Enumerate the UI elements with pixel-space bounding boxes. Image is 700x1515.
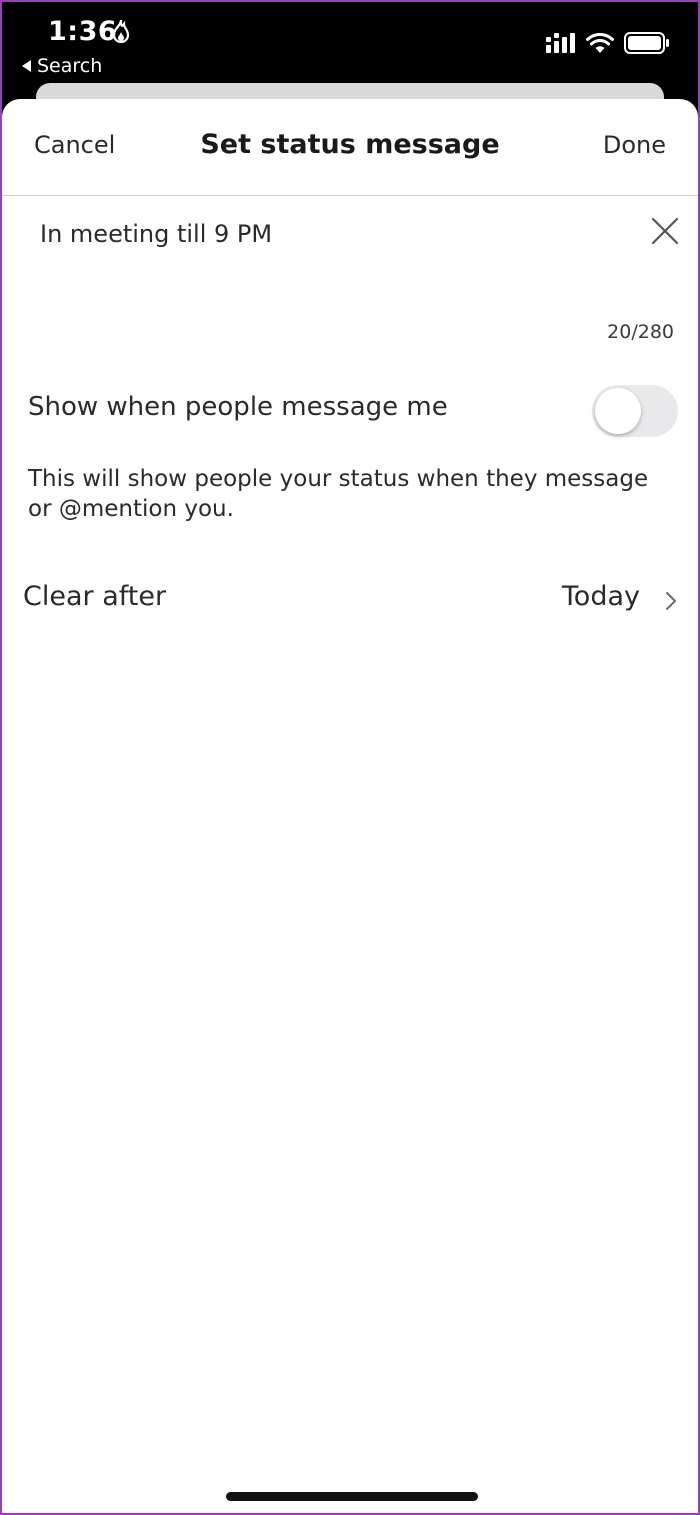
back-to-search-link[interactable]: Search [22,55,102,77]
cellular-signal-icon [546,33,575,53]
show-when-messaged-toggle[interactable] [592,385,678,437]
wifi-icon [586,32,614,53]
back-arrow-icon [22,60,31,72]
page-title: Set status message [200,129,500,160]
chevron-right-icon [666,592,676,610]
show-when-messaged-description: This will show people your status when t… [28,466,649,522]
status-message-input[interactable]: In meeting till 9 PM [40,220,272,248]
flame-icon [112,19,130,44]
toggle-knob [595,388,641,434]
navigation-bar: Cancel Set status message Done [2,99,698,196]
clear-after-row[interactable]: Clear after Today [2,577,698,625]
done-button[interactable]: Done [603,131,666,159]
status-message-sheet: Cancel Set status message Done In meetin… [2,99,698,1513]
show-when-messaged-label: Show when people message me [28,392,448,422]
status-time: 1:36 [48,16,118,47]
clear-after-label: Clear after [23,581,167,612]
home-indicator[interactable] [226,1492,478,1501]
clear-after-value: Today [561,581,640,612]
clear-text-icon[interactable] [650,216,680,246]
character-counter: 20/280 [607,321,674,343]
phone-screen: 1:36 Search Cancel Set status message Do… [0,0,700,1515]
status-indicators [546,32,670,54]
back-search-label: Search [37,55,103,77]
battery-icon [624,32,669,54]
